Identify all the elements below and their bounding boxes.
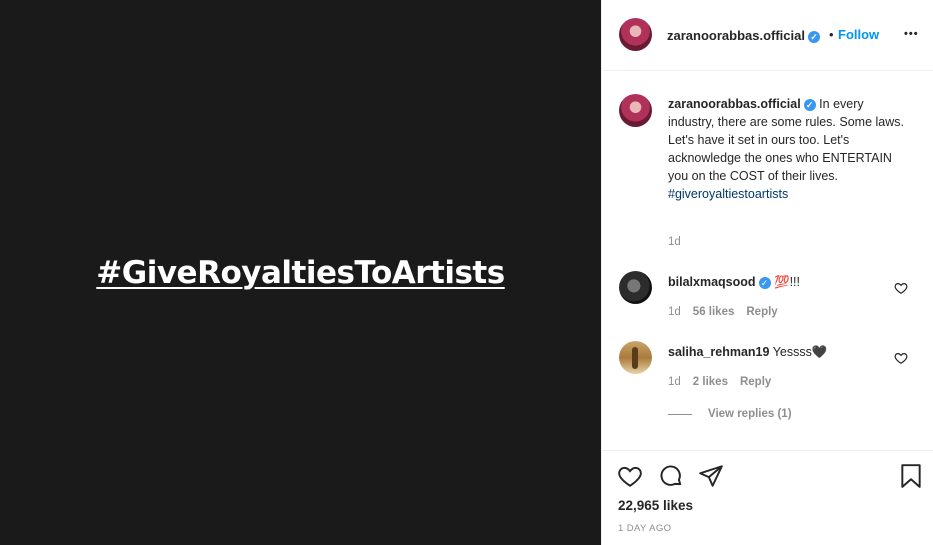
comment-username[interactable]: bilalxmaqsood — [668, 275, 756, 289]
post-time-ago: 1 DAY AGO — [618, 523, 672, 534]
post-header: zaranoorabbas.official ✓ • Follow ••• — [602, 0, 933, 71]
post-side-panel: zaranoorabbas.official ✓ • Follow ••• zar… — [601, 0, 933, 545]
follow-button[interactable]: Follow — [838, 27, 879, 42]
comment-likes-count[interactable]: 56 likes — [693, 306, 735, 318]
verified-badge-icon: ✓ — [758, 276, 771, 289]
verified-badge-icon: ✓ — [807, 30, 820, 43]
header-username-text: zaranoorabbas.official — [667, 28, 805, 43]
header-username[interactable]: zaranoorabbas.official ✓ — [667, 28, 820, 43]
commenter-avatar[interactable] — [619, 341, 652, 374]
comment-2-meta: 1d 2 likes Reply — [668, 376, 771, 388]
post-caption: zaranoorabbas.official ✓ In every industr… — [668, 95, 913, 203]
caption-username-text: zaranoorabbas.official — [668, 97, 801, 111]
post-actions-bar: 22,965 likes 1 DAY AGO — [602, 450, 933, 545]
comment-text: Yessss🖤 — [772, 345, 828, 359]
comment-age: 1d — [668, 376, 681, 388]
comment-reply-button[interactable]: Reply — [746, 306, 777, 318]
comment-username[interactable]: saliha_rehman19 — [668, 345, 769, 359]
caption-age: 1d — [668, 236, 681, 248]
comment-likes-count[interactable]: 2 likes — [693, 376, 728, 388]
post-image[interactable]: #GiveRoyaltiesToArtists — [0, 0, 601, 545]
more-options-icon[interactable]: ••• — [904, 28, 919, 40]
bookmark-icon[interactable] — [898, 463, 924, 489]
view-replies-button[interactable]: View replies (1) — [668, 408, 792, 420]
view-replies-divider — [668, 413, 692, 415]
comment-1-meta: 1d 56 likes Reply — [668, 306, 778, 318]
paper-plane-icon[interactable] — [698, 463, 724, 489]
comment-2: saliha_rehman19 Yessss🖤 — [668, 345, 827, 360]
heart-icon[interactable] — [617, 463, 643, 489]
comment-like-heart-icon[interactable] — [894, 281, 908, 295]
commenter-avatar[interactable] — [619, 271, 652, 304]
comment-reply-button[interactable]: Reply — [740, 376, 771, 388]
caption-author-avatar[interactable] — [619, 94, 652, 127]
author-avatar[interactable] — [619, 18, 652, 51]
post-image-hashtag-text: #GiveRoyaltiesToArtists — [96, 254, 505, 291]
comment-text: 💯!!! — [774, 275, 800, 289]
header-separator: • — [829, 27, 834, 42]
caption-username[interactable]: zaranoorabbas.official ✓ — [668, 97, 816, 111]
comment-1: bilalxmaqsood ✓ 💯!!! — [668, 275, 800, 290]
comment-like-heart-icon[interactable] — [894, 351, 908, 365]
caption-hashtag-link[interactable]: #giveroyaltiestoartists — [668, 185, 913, 203]
verified-badge-icon: ✓ — [803, 98, 816, 111]
view-replies-label: View replies (1) — [708, 408, 792, 420]
comment-bubble-icon[interactable] — [658, 463, 684, 489]
post-likes-count[interactable]: 22,965 likes — [618, 498, 693, 513]
comment-age: 1d — [668, 306, 681, 318]
